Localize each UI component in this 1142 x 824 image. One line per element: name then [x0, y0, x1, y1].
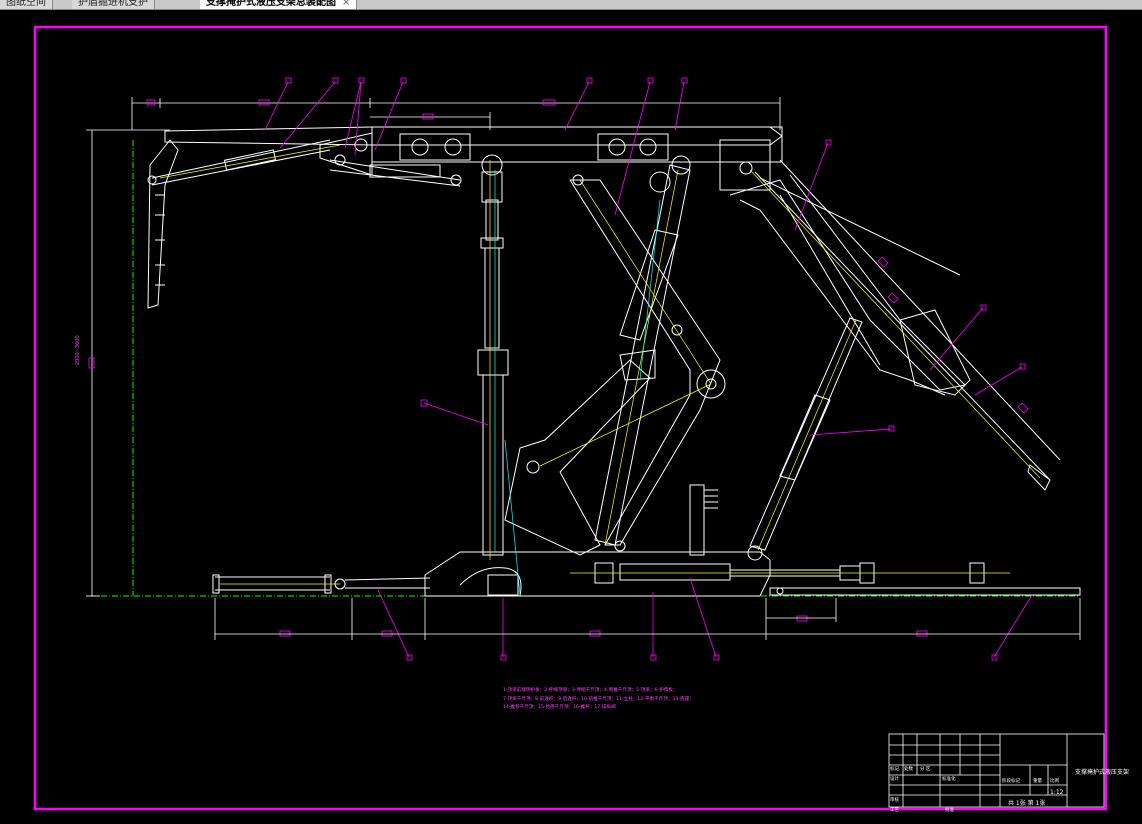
callout-leaders	[264, 81, 1033, 658]
tab-paper-space[interactable]: 图纸空间	[0, 0, 53, 9]
close-icon[interactable]: ×	[342, 0, 350, 8]
parts-legend: 1-顶梁前端侧护板；2-伸缩顶梁；3-伸缩千斤顶；4-侧推千斤顶；5-顶梁；6-…	[503, 687, 694, 713]
drawing-title: 支撑掩护式液压支架	[1075, 769, 1130, 776]
tab-label: 图纸空间	[6, 0, 46, 8]
height-dimension	[86, 129, 170, 597]
cad-drawing-canvas[interactable]: 1-顶梁前端侧护板；2-伸缩顶梁；3-伸缩千斤顶；4-侧推千斤顶；5-顶梁；6-…	[0, 10, 1142, 820]
tb-label-weight: 重量	[1033, 779, 1042, 784]
top-dimension-chain	[131, 97, 781, 130]
tb-label-approve: 批准	[945, 808, 954, 813]
tb-label-count: 处数	[904, 767, 913, 772]
tb-label-zone: 分 区	[920, 767, 931, 772]
tb-label-mark: 标记	[890, 767, 899, 772]
front-leg	[477, 154, 509, 556]
tb-label-ratio: 比例	[1050, 779, 1059, 784]
linkage	[504, 174, 726, 556]
rear-shield	[729, 159, 1061, 491]
tb-label-process: 工艺	[890, 808, 899, 813]
centerlines	[159, 144, 1041, 585]
canopy-beam	[164, 126, 783, 191]
bottom-dimension-chain	[214, 598, 1081, 640]
legend-line: 7-顶梁千斤顶；8-前连杆；9-后连杆；10-前推千斤顶；11-立柱；12-平衡…	[503, 696, 694, 702]
tab-label: 护盾掘进机支护	[78, 0, 148, 8]
legend-line: 14-推移千斤顶；15-抬底千斤顶；16-推杆；17-操纵阀	[503, 705, 616, 710]
push-jack	[212, 562, 1081, 596]
legend-line: 1-顶梁前端侧护板；2-伸缩顶梁；3-伸缩千斤顶；4-侧推千斤顶；5-顶梁；6-…	[503, 688, 678, 693]
sheet-info: 共 1张 第 1张	[1008, 800, 1046, 807]
tb-label-standard: 标准化	[942, 777, 956, 782]
tb-label-design: 设计	[890, 777, 899, 782]
scale-value: 1:12	[1050, 789, 1064, 796]
face-guard	[147, 139, 462, 309]
height-dimension-label: 2000~3600	[75, 335, 81, 365]
tab-label: 支撑掩护式液压支架总装配图	[206, 0, 336, 8]
tab-tunneling-support[interactable]: 护盾掘进机支护	[72, 0, 155, 9]
tab-support-assembly[interactable]: 支撑掩护式液压支架总装配图 ×	[200, 0, 358, 9]
drawing-tab-bar: 图纸空间 护盾掘进机支护 支撑掩护式液压支架总装配图 ×	[0, 0, 1142, 10]
tb-label-stage: 阶段标记	[1002, 779, 1020, 784]
tb-label-review: 审核	[890, 798, 899, 803]
